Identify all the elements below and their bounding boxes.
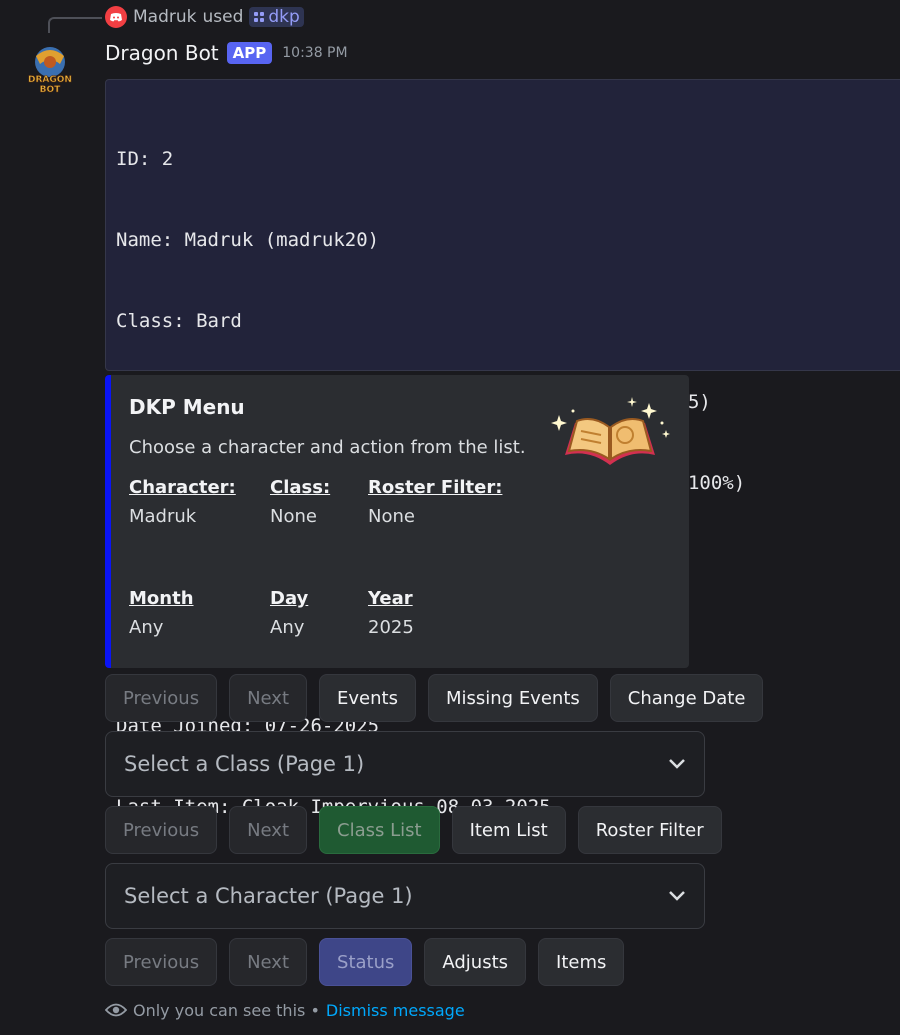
class-select-placeholder: Select a Class (Page 1) (124, 752, 365, 776)
field-character: Character: Madruk (129, 477, 236, 527)
eye-icon (105, 1003, 127, 1017)
field-value: None (368, 506, 415, 527)
previous-button[interactable]: Previous (105, 674, 218, 722)
field-value: None (270, 506, 317, 527)
button-row-3: Previous Next Status Adjusts Items (105, 938, 625, 986)
previous-button[interactable]: Previous (105, 938, 218, 986)
missing-events-button[interactable]: Missing Events (427, 674, 598, 722)
ephemeral-notice: Only you can see this • (133, 1000, 320, 1020)
timestamp: 10:38 PM (282, 45, 348, 61)
next-button[interactable]: Next (229, 674, 308, 722)
bot-avatar[interactable]: DRAGON BOT (24, 42, 76, 98)
field-name: Month (129, 588, 194, 609)
class-select[interactable]: Select a Class (Page 1) (105, 731, 705, 797)
command-name: dkp (268, 7, 300, 27)
status-button[interactable]: Status (319, 938, 413, 986)
field-value: Any (129, 617, 164, 638)
next-button[interactable]: Next (229, 938, 308, 986)
embed-description: Choose a character and action from the l… (129, 437, 526, 458)
field-name: Character: (129, 477, 236, 498)
avatar-text-2: BOT (40, 85, 62, 95)
discord-icon (105, 6, 127, 28)
code-line-class: Class: Bard (116, 310, 242, 332)
adjusts-button[interactable]: Adjusts (424, 938, 527, 986)
field-year: Year 2025 (368, 588, 414, 638)
avatar-text-1: DRAGON (28, 75, 72, 85)
ephemeral-footer: Only you can see this • Dismiss message (105, 998, 465, 1022)
field-value: Madruk (129, 506, 197, 527)
field-class: Class: None (270, 477, 330, 527)
field-name: Roster Filter: (368, 477, 503, 498)
field-value: Any (270, 617, 305, 638)
slash-command-icon (254, 12, 265, 22)
field-roster-filter: Roster Filter: None (368, 477, 502, 527)
next-button[interactable]: Next (229, 806, 308, 854)
reply-connector (48, 17, 102, 33)
field-name: Day (270, 588, 309, 609)
previous-button[interactable]: Previous (105, 806, 218, 854)
dismiss-message-link[interactable]: Dismiss message (326, 1001, 465, 1020)
command-mention[interactable]: dkp (249, 7, 304, 27)
item-list-button[interactable]: Item List (451, 806, 566, 854)
class-list-button[interactable]: Class List (319, 806, 440, 854)
events-button[interactable]: Events (319, 674, 416, 722)
character-select-placeholder: Select a Character (Page 1) (124, 884, 413, 908)
field-day: Day Any (270, 588, 308, 638)
button-row-1: Previous Next Events Missing Events Chan… (105, 674, 764, 722)
status-code-block: ID: 2 Name: Madruk (madruk20) Class: Bar… (105, 79, 900, 899)
dkp-menu-embed: DKP Menu Choose a character and action f… (105, 375, 689, 668)
command-reply-header: Madruk used dkp (105, 5, 304, 29)
field-name: Year (368, 588, 413, 609)
code-line-name: Name: Madruk (madruk20) (116, 229, 380, 251)
message-header: Dragon Bot APP 10:38 PM (105, 38, 348, 68)
spellbook-icon[interactable] (547, 393, 673, 493)
field-name: Class: (270, 477, 331, 498)
field-month: Month Any (129, 588, 194, 638)
chevron-down-icon (669, 759, 685, 769)
chevron-down-icon (669, 891, 685, 901)
reply-user[interactable]: Madruk (133, 7, 196, 27)
items-button[interactable]: Items (538, 938, 625, 986)
bot-name[interactable]: Dragon Bot (105, 41, 219, 65)
code-line-id: ID: 2 (116, 148, 174, 170)
roster-filter-button[interactable]: Roster Filter (577, 806, 722, 854)
character-select[interactable]: Select a Character (Page 1) (105, 863, 705, 929)
change-date-button[interactable]: Change Date (609, 674, 764, 722)
button-row-2: Previous Next Class List Item List Roste… (105, 806, 722, 854)
reply-used-text: used (202, 7, 244, 27)
embed-title: DKP Menu (129, 395, 245, 419)
app-badge: APP (226, 42, 273, 64)
field-value: 2025 (368, 617, 414, 638)
